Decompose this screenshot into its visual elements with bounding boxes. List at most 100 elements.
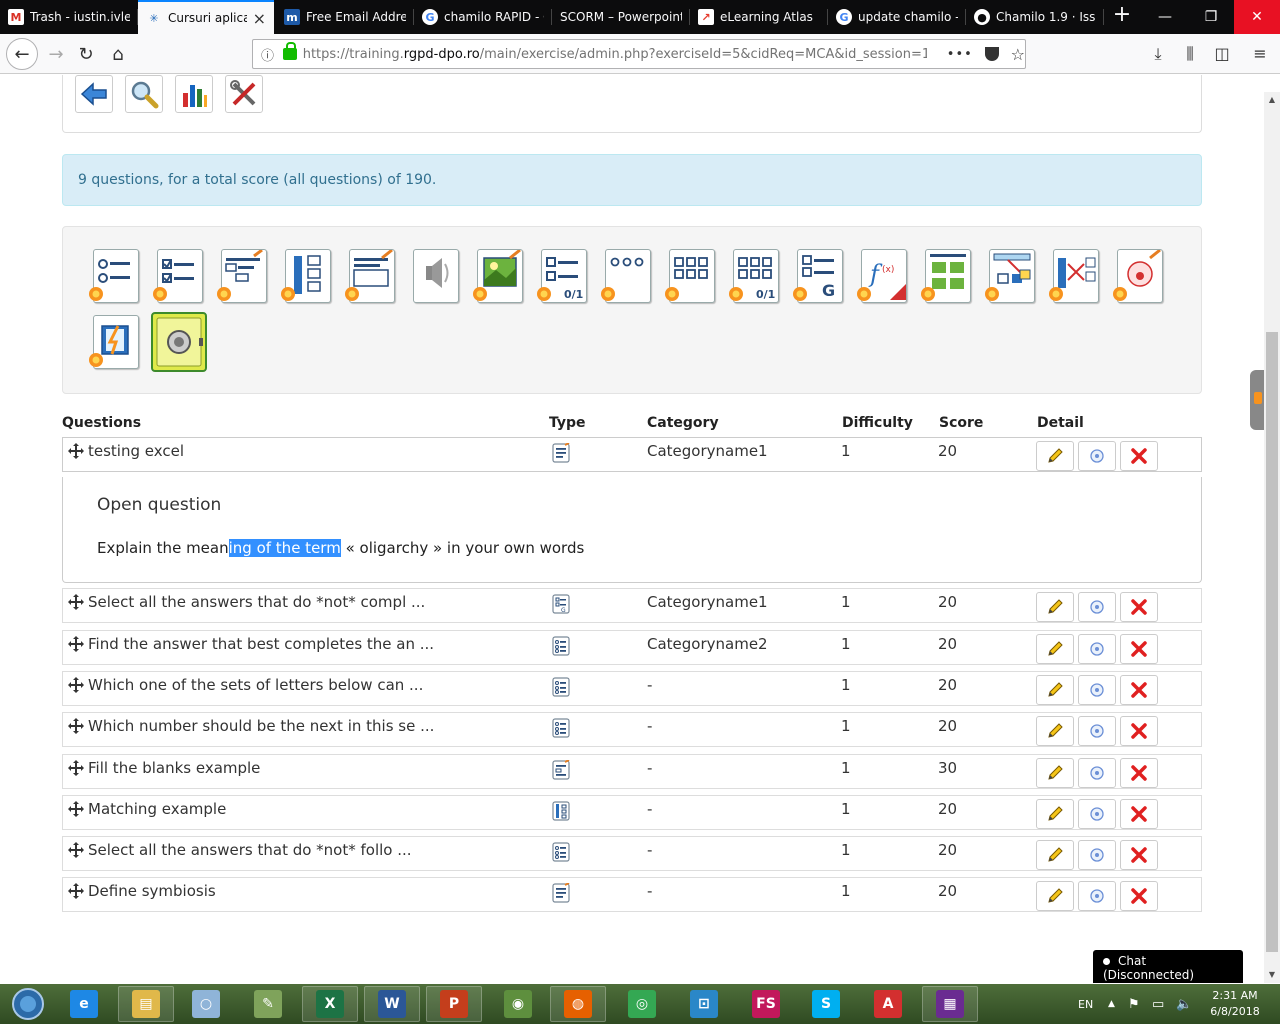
- drag-move-icon[interactable]: [67, 717, 85, 735]
- pocket-icon[interactable]: [984, 47, 999, 61]
- edit-question-button[interactable]: [1036, 675, 1074, 705]
- question-title[interactable]: Which one of the sets of letters below c…: [88, 672, 423, 698]
- tab-gmail-trash[interactable]: M Trash - iustin.ivlev: [0, 0, 138, 34]
- question-row[interactable]: Select all the answers that do *not* com…: [62, 588, 1202, 623]
- clean-question-button[interactable]: [1078, 881, 1116, 911]
- reload-icon[interactable]: ↻: [72, 40, 100, 68]
- drag-move-icon[interactable]: [67, 593, 85, 611]
- delete-question-button[interactable]: [1120, 634, 1158, 664]
- edit-question-button[interactable]: [1036, 716, 1074, 746]
- taskbar-app-firefox[interactable]: ◍: [550, 986, 606, 1022]
- page-scrollbar[interactable]: ▲ ▼: [1264, 92, 1280, 983]
- chat-widget[interactable]: Chat (Disconnected): [1093, 950, 1243, 983]
- tab-free-email[interactable]: m Free Email Addres: [276, 0, 414, 34]
- taskbar-app-skype[interactable]: S: [798, 986, 854, 1022]
- back-to-exercise-button[interactable]: [75, 75, 113, 113]
- drag-move-icon[interactable]: [67, 759, 85, 777]
- page-actions-icon[interactable]: •••: [947, 47, 973, 62]
- question-row[interactable]: Which number should be the next in this …: [62, 712, 1202, 747]
- back-arrow-icon[interactable]: ←: [6, 38, 38, 70]
- qtype-global-multiple-answer[interactable]: G: [793, 249, 843, 305]
- preview-button[interactable]: [125, 75, 163, 113]
- tab-chamilo-rapid[interactable]: G chamilo RAPID - C: [414, 0, 552, 34]
- scroll-up-icon[interactable]: ▲: [1264, 92, 1280, 108]
- qtype-calculated-answer[interactable]: f (x): [857, 249, 907, 305]
- question-row[interactable]: Matching example - 1 20: [62, 795, 1202, 830]
- clean-question-button[interactable]: [1078, 592, 1116, 622]
- preview-question-text[interactable]: Explain the meaning of the term « oligar…: [97, 539, 584, 557]
- edit-question-button[interactable]: [1036, 634, 1074, 664]
- question-row[interactable]: Find the answer that best completes the …: [62, 630, 1202, 665]
- qtype-matching[interactable]: [281, 249, 331, 305]
- question-title[interactable]: Matching example: [88, 796, 226, 822]
- question-title[interactable]: Find the answer that best completes the …: [88, 631, 434, 657]
- taskbar-app-word[interactable]: W: [364, 986, 420, 1022]
- delete-question-button[interactable]: [1120, 758, 1158, 788]
- qtype-unique-answer[interactable]: [89, 249, 139, 305]
- clean-question-button[interactable]: [1078, 441, 1116, 471]
- question-row[interactable]: testing excel Categoryname1 1 20: [62, 437, 1202, 472]
- question-title[interactable]: Which number should be the next in this …: [88, 713, 434, 739]
- feedback-tab[interactable]: [1250, 370, 1264, 430]
- close-window-icon[interactable]: ✕: [1234, 0, 1280, 34]
- delete-question-button[interactable]: [1120, 840, 1158, 870]
- qtype-combination-true-false[interactable]: 0/1: [729, 249, 779, 305]
- tab-scorm[interactable]: SCORM – Powerpoint: [552, 0, 690, 34]
- clean-question-button[interactable]: [1078, 716, 1116, 746]
- question-title[interactable]: Fill the blanks example: [88, 755, 260, 781]
- tab-chamilo-issue[interactable]: ● Chamilo 1.9 · Issue: [966, 0, 1104, 34]
- taskbar-app-chrome[interactable]: ◎: [614, 986, 670, 1022]
- edit-question-button[interactable]: [1036, 799, 1074, 829]
- clean-question-button[interactable]: [1078, 799, 1116, 829]
- question-title[interactable]: Define symbiosis: [88, 878, 216, 904]
- tab-update-chamilo[interactable]: G update chamilo -: [828, 0, 966, 34]
- taskbar-app-network[interactable]: ◉: [490, 986, 546, 1022]
- drag-move-icon[interactable]: [67, 882, 85, 900]
- forward-arrow-icon[interactable]: →: [42, 40, 70, 68]
- taskbar-app-powerpoint[interactable]: P: [426, 986, 482, 1022]
- minimize-icon[interactable]: —: [1142, 0, 1188, 34]
- edit-question-button[interactable]: [1036, 840, 1074, 870]
- taskbar-clock[interactable]: 2:31 AM 6/8/2018: [1200, 988, 1270, 1020]
- action-center-icon[interactable]: ⚑: [1128, 984, 1140, 1024]
- volume-icon[interactable]: 🔈: [1176, 984, 1192, 1024]
- question-title[interactable]: Select all the answers that do *not* fol…: [88, 837, 412, 863]
- drag-move-icon[interactable]: [67, 841, 85, 859]
- tab-cursuri-active[interactable]: ✳ Cursuri aplicat ×: [138, 0, 274, 34]
- delete-question-button[interactable]: [1120, 881, 1158, 911]
- network-icon[interactable]: ▭: [1152, 984, 1164, 1024]
- edit-question-button[interactable]: [1036, 592, 1074, 622]
- clean-question-button[interactable]: [1078, 758, 1116, 788]
- taskbar-app-explorer[interactable]: ▤: [118, 986, 174, 1022]
- qtype-annotation[interactable]: [1113, 248, 1163, 305]
- delete-question-button[interactable]: [1120, 799, 1158, 829]
- qtype-multiple-answer[interactable]: [153, 249, 203, 305]
- qtype-drag-and-drop[interactable]: [985, 249, 1035, 305]
- taskbar-app-capture[interactable]: ⊡: [676, 986, 732, 1022]
- question-row[interactable]: Which one of the sets of letters below c…: [62, 671, 1202, 706]
- home-icon[interactable]: ⌂: [104, 40, 132, 68]
- qtype-image-zones[interactable]: [921, 249, 971, 305]
- question-pool-button[interactable]: [151, 312, 207, 372]
- question-row[interactable]: Define symbiosis - 1 20: [62, 877, 1202, 912]
- drag-move-icon[interactable]: [67, 800, 85, 818]
- delete-question-button[interactable]: [1120, 441, 1158, 471]
- delete-question-button[interactable]: [1120, 592, 1158, 622]
- qtype-hotspot[interactable]: [473, 248, 523, 305]
- question-row[interactable]: Select all the answers that do *not* fol…: [62, 836, 1202, 871]
- downloads-icon[interactable]: ⤓: [1146, 42, 1170, 66]
- info-icon[interactable]: ⓘ: [261, 45, 279, 64]
- clean-question-button[interactable]: [1078, 675, 1116, 705]
- show-hidden-icons-icon[interactable]: ▲: [1108, 984, 1115, 1024]
- language-indicator[interactable]: EN: [1078, 984, 1093, 1024]
- taskbar-app-search[interactable]: ○: [178, 986, 234, 1022]
- scroll-thumb[interactable]: [1266, 332, 1278, 952]
- qtype-exact-selection[interactable]: 0/1: [537, 249, 587, 305]
- taskbar-app-ie[interactable]: e: [56, 986, 112, 1022]
- qtype-matching-draggable[interactable]: [1049, 249, 1099, 305]
- taskbar-app-acrobat[interactable]: A: [860, 986, 916, 1022]
- delete-question-button[interactable]: [1120, 716, 1158, 746]
- taskbar-app-notepad[interactable]: ✎: [240, 986, 296, 1022]
- qtype-unique-answer-no-option[interactable]: [601, 249, 651, 305]
- drag-move-icon[interactable]: [67, 676, 85, 694]
